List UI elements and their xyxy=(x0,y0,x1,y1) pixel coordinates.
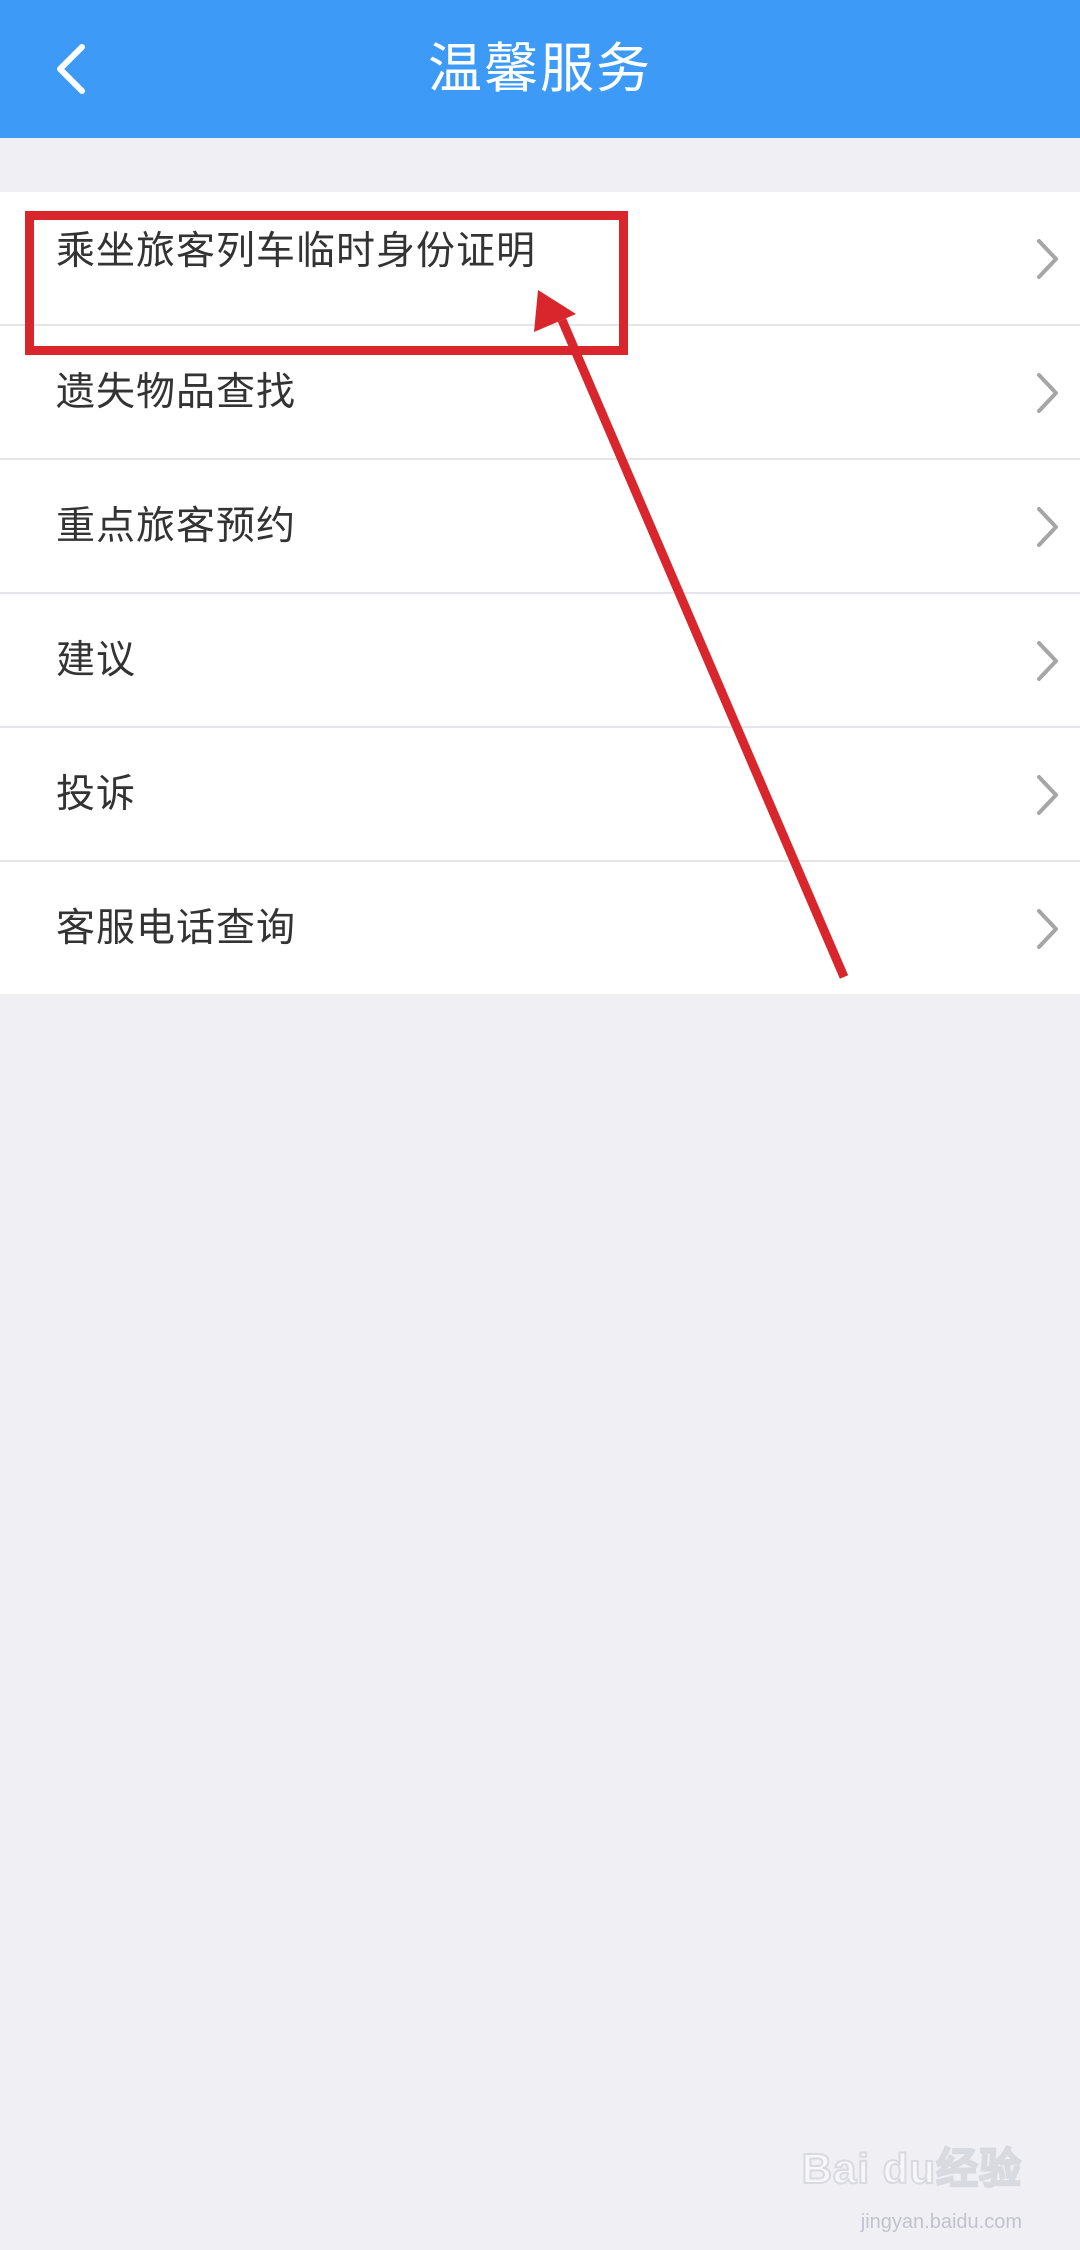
watermark-logo: Bai du经验 xyxy=(801,2135,1022,2196)
list-item-complaint[interactable]: 投诉 xyxy=(0,728,1080,862)
list-item-label: 重点旅客预约 xyxy=(56,504,297,549)
list-item-label: 遗失物品查找 xyxy=(56,370,297,415)
list-item-label: 乘坐旅客列车临时身份证明 xyxy=(56,229,537,274)
watermark-brand: Bai du经验 xyxy=(801,2144,1022,2193)
page-title: 温馨服务 xyxy=(428,37,652,100)
chevron-right-icon xyxy=(1037,909,1058,949)
list-item-lost-items[interactable]: 遗失物品查找 xyxy=(0,326,1080,460)
list-item-label: 客服电话查询 xyxy=(56,906,297,951)
chevron-right-icon xyxy=(1037,641,1058,681)
chevron-right-icon xyxy=(1037,239,1058,279)
service-list: 乘坐旅客列车临时身份证明 遗失物品查找 重点旅客预约 建议 投诉 客服电话查询 xyxy=(0,192,1080,994)
chevron-right-icon xyxy=(1037,507,1058,547)
list-item-customer-service-phone[interactable]: 客服电话查询 xyxy=(0,862,1080,994)
list-item-label: 投诉 xyxy=(56,772,137,817)
top-app-bar: 温馨服务 xyxy=(0,0,1080,138)
chevron-right-icon xyxy=(1037,775,1058,815)
list-item-label: 建议 xyxy=(56,638,137,683)
list-item-suggestion[interactable]: 建议 xyxy=(0,594,1080,728)
list-item-priority-passenger-booking[interactable]: 重点旅客预约 xyxy=(0,460,1080,594)
watermark-url: jingyan.baidu.com xyxy=(860,2211,1022,2233)
chevron-right-icon xyxy=(1037,373,1058,413)
list-item-temporary-id-certificate[interactable]: 乘坐旅客列车临时身份证明 xyxy=(0,192,1080,326)
